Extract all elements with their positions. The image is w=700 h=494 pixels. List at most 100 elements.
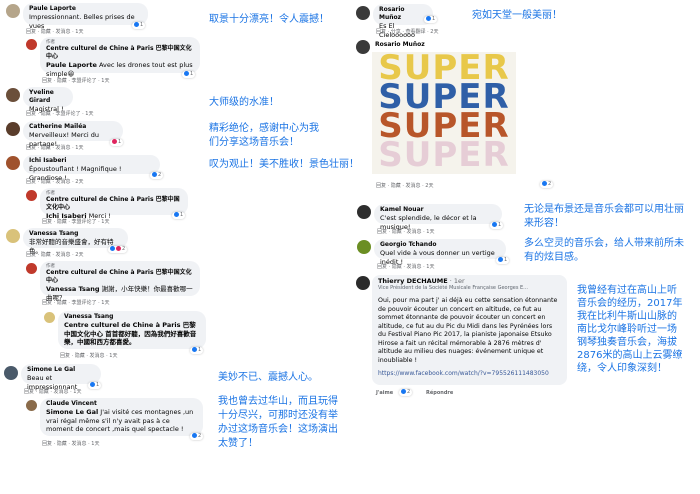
translation-8f: 2876米的高山上云雾缭 <box>577 350 683 361</box>
comment-bubble: Georgio Tchando Quel vide à vous donner … <box>374 239 506 266</box>
avatar[interactable] <box>4 366 18 380</box>
avatar[interactable] <box>356 6 370 20</box>
avatar[interactable] <box>26 263 37 274</box>
video-link[interactable]: https://www.facebook.com/watch/?v=795526… <box>378 370 561 377</box>
reaction-count[interactable]: 2 <box>150 172 164 179</box>
translation-10a: 我也曾去过华山，而且玩得 <box>218 396 338 407</box>
avatar[interactable] <box>356 276 370 290</box>
avatar[interactable] <box>6 156 20 170</box>
avatar[interactable] <box>6 122 20 136</box>
translation-8a: 我曾经有过在高山上听 <box>577 285 677 296</box>
comment-author[interactable]: Centre culturel de Chine à Paris 巴黎中国文化中… <box>46 45 194 61</box>
reaction-count[interactable]: 1 <box>182 71 196 78</box>
comment-bubble: Simone Le Gal Beau et impressionnant <box>21 364 101 391</box>
mention-link[interactable]: Vanessa Tsang <box>46 285 100 293</box>
reaction-count[interactable]: 2 <box>540 181 554 188</box>
comment-bubble: Ichi Isaberi Époustouflant ! Magnifique … <box>23 155 160 182</box>
comment-author[interactable]: Vanessa Tsang <box>29 230 122 238</box>
reaction-count[interactable]: 2 <box>399 389 413 396</box>
comment-actions[interactable]: 回复 · 隐藏 · 发消息 · 2天 <box>26 251 84 258</box>
avatar[interactable] <box>356 40 370 54</box>
reaction-count[interactable]: 1 <box>190 347 204 354</box>
translation-1: 取景十分漂亮！令人震撼！ <box>209 14 329 25</box>
reaction-count[interactable]: 1 <box>496 257 510 264</box>
translation-9: 美妙不已、震撼人心。 <box>218 372 318 383</box>
comment-actions[interactable]: 回复 · 隐藏 · 发消息 · 1天 <box>26 28 84 35</box>
comment-text: Oui, pour ma part j' ai déjà eu cette se… <box>378 297 558 364</box>
comment-actions[interactable]: 回复 · 隐藏 · 发消息 · 2天 <box>376 182 434 189</box>
author-subtitle: Vice Président de la Société Musicale Fr… <box>378 285 528 291</box>
comment-actions[interactable]: 回复 · 分享 · 查看翻译 · 2天 <box>376 28 439 35</box>
translation-7b: 有的炫目感。 <box>524 252 584 263</box>
comment-actions[interactable]: 回复 · 隐藏 · 发消息 · 1天 <box>377 228 435 235</box>
translation-3b: 们分享这场音乐会！ <box>209 137 299 148</box>
comment-actions[interactable]: 回复 · 隐藏 · 发消息 · 1天 <box>377 263 435 270</box>
translation-2: 大师级的水准！ <box>209 97 279 108</box>
comment-bubble: Kamel Nouar C'est splendide, le décor et… <box>374 204 502 231</box>
comment-author[interactable]: Thierry DECHAUME <box>378 277 448 285</box>
reaction-count[interactable]: 1 <box>172 212 186 219</box>
translation-7a: 多么空灵的音乐会，给人带来前所未 <box>524 238 684 249</box>
avatar[interactable] <box>26 190 37 201</box>
reaction-count[interactable]: 1 <box>88 382 102 389</box>
translation-5: 宛如天堂一般美丽！ <box>472 10 562 21</box>
super-gif-image[interactable]: SUPER SUPER SUPER SUPER <box>372 52 516 174</box>
reaction-count[interactable]: 2 <box>108 246 128 253</box>
avatar[interactable] <box>357 240 371 254</box>
reaction-count[interactable]: 1 <box>424 16 438 23</box>
reply-bubble: Vanessa Tsang Centre culturel de Chine à… <box>58 311 206 349</box>
comment-actions[interactable]: 回复 · 隐藏 · 发消息 · 1天 <box>42 440 100 447</box>
comment-meta: · 1er <box>447 277 465 285</box>
comment-actions[interactable]: 回复 · 隐藏 · 发消息 · 1天 <box>24 388 82 395</box>
comment-author[interactable]: Vanessa Tsang <box>64 313 200 321</box>
reaction-count[interactable]: 1 <box>110 139 124 146</box>
comment-actions[interactable]: 回复 · 隐藏 · 发消息 · 2天 <box>26 178 84 185</box>
reply-bubble: Claude Vincent Simone Le Gal J'ai visité… <box>40 398 203 436</box>
comment-author[interactable]: Simone Le Gal <box>27 366 95 374</box>
comment-text: Centre culturel de Chine à Paris 巴黎中国文化中… <box>64 321 197 346</box>
reaction-count[interactable]: 2 <box>190 433 204 440</box>
translation-4: 叹为观止！美不胜收！景色壮丽！ <box>209 159 359 170</box>
comment-author[interactable]: Georgio Tchando <box>380 241 500 249</box>
comment-author[interactable]: Centre culturel de Chine à Paris 巴黎中国文化中… <box>46 196 182 212</box>
comment-author[interactable]: Kamel Nouar <box>380 206 496 214</box>
comment-bubble: Vanessa Tsang 非常好聽的音樂盛會，好有特色。 <box>23 228 128 255</box>
mention-link[interactable]: Simone Le Gal <box>46 408 98 416</box>
translation-10b: 十分尽兴，可那时还没有举 <box>218 410 338 421</box>
comment-actions[interactable]: 回复 · 隐藏 · 李盟评论了 · 1天 <box>26 110 94 117</box>
comment-author[interactable]: Rosario Muñoz <box>379 6 427 22</box>
comment-actions[interactable]: 回复 · 隐藏 · 发消息 · 1天 <box>26 144 84 151</box>
translation-6a: 无论是布景还是音乐会都可以用壮丽 <box>524 204 684 215</box>
avatar[interactable] <box>26 39 37 50</box>
comment-author[interactable]: Paule Laporte <box>29 5 142 13</box>
comment-actions[interactable]: 回复 · 隐藏 · 发消息 · 1天 <box>60 352 118 359</box>
reaction-count[interactable]: 1 <box>490 222 504 229</box>
reply-action[interactable]: Répondre <box>426 390 453 396</box>
avatar[interactable] <box>44 312 55 323</box>
comment-author[interactable]: Claude Vincent <box>46 400 197 408</box>
mention-link[interactable]: Paule Laporte <box>46 61 97 69</box>
comment-author[interactable]: Ichi Isaberi <box>29 157 154 165</box>
avatar[interactable] <box>6 229 20 243</box>
avatar[interactable] <box>6 88 20 102</box>
comment-bubble: Yveline Girard Magistral ! <box>23 87 73 113</box>
avatar[interactable] <box>26 400 37 411</box>
comment-bubble: Thierry DECHAUME · 1er Vice Président de… <box>372 275 567 385</box>
translation-8b: 音乐会的经历，2017年 <box>577 298 683 309</box>
translation-8c: 我在比利牛斯山山脉的 <box>577 311 677 322</box>
comment-author[interactable]: Centre culturel de Chine à Paris 巴黎中国文化中… <box>46 269 194 285</box>
comment-actions[interactable]: 回复 · 隐藏 · 李盟评论了 · 1天 <box>42 218 110 225</box>
comment-author[interactable]: Catherine Mailéa <box>29 123 117 131</box>
avatar[interactable] <box>6 4 20 18</box>
comment-author[interactable]: Rosario Muñoz <box>375 41 425 49</box>
super-line-4: SUPER <box>378 135 510 174</box>
comment-actions[interactable]: 回复 · 隐藏 · 李盟评论了 · 1天 <box>42 77 110 84</box>
translation-10d: 太赞了！ <box>218 438 258 449</box>
reply-bubble: 作者 Centre culturel de Chine à Paris 巴黎中国… <box>40 188 188 220</box>
reaction-count[interactable]: 1 <box>132 22 146 29</box>
like-action[interactable]: J'aime <box>376 390 393 396</box>
translation-8d: 南比戈尔峰聆听过一场 <box>577 324 677 335</box>
comment-author[interactable]: Yveline Girard <box>29 89 67 105</box>
comment-actions[interactable]: 回复 · 隐藏 · 李盟评论了 · 1天 <box>42 299 110 306</box>
avatar[interactable] <box>357 205 371 219</box>
